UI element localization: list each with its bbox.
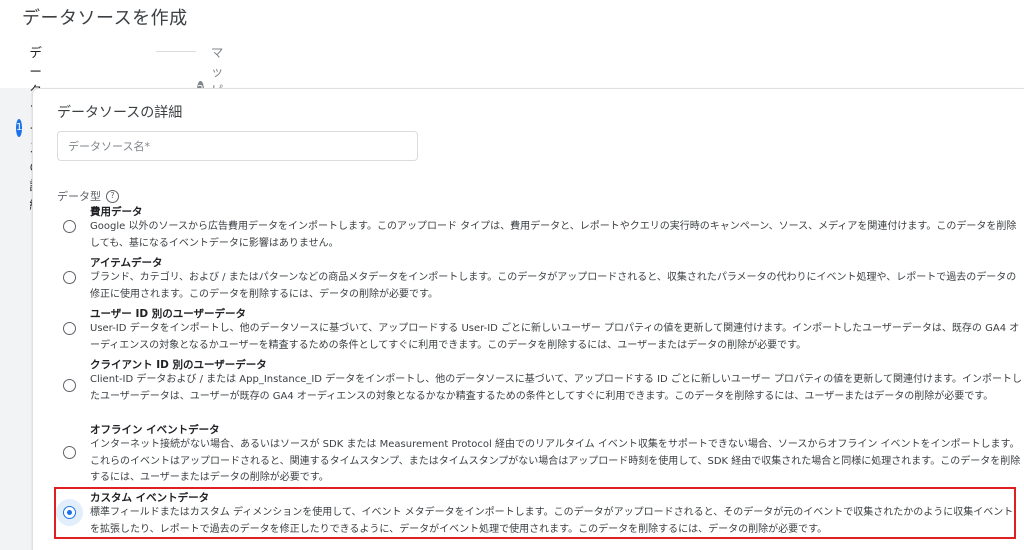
radio-button[interactable] bbox=[63, 379, 76, 392]
option-description: インターネット接続がない場合、あるいはソースが SDK または Measurem… bbox=[90, 439, 1021, 483]
help-icon[interactable]: ? bbox=[106, 189, 119, 203]
option-title: アイテムデータ bbox=[90, 257, 163, 269]
option-description: Client-ID データおよび / または App_Instance_ID デ… bbox=[90, 374, 1022, 402]
section-title: データソースの詳細 bbox=[57, 105, 183, 121]
top-bar: データソースを作成 1 データソースの詳細 2 マッピング bbox=[0, 0, 1024, 212]
option-description: Google 以外のソースから広告費用データをインポートします。このアップロード… bbox=[90, 221, 1017, 249]
radio-button-selected[interactable] bbox=[63, 506, 76, 519]
step-number-1: 1 bbox=[16, 118, 23, 137]
option-title: 費用データ bbox=[90, 206, 143, 218]
details-card: データソースの詳細 データ型 ? 費用データ Google 以外のソースから広告… bbox=[32, 88, 1024, 550]
radio-button[interactable] bbox=[63, 322, 76, 335]
data-source-name-input[interactable] bbox=[57, 131, 418, 161]
page-title: データソースを作成 bbox=[22, 8, 188, 29]
option-description: User-ID データをインポートし、他のデータソースに基づいて、アップロードす… bbox=[90, 323, 1020, 351]
option-description: 標準フィールドまたはカスタム ディメンションを使用して、イベント メタデータをイ… bbox=[90, 507, 1014, 535]
step-connector bbox=[156, 51, 196, 52]
radio-dot bbox=[66, 509, 72, 515]
radio-button[interactable] bbox=[63, 271, 76, 284]
radio-button[interactable] bbox=[63, 220, 76, 233]
option-title: ユーザー ID 別のユーザーデータ bbox=[90, 308, 247, 320]
option-title: クライアント ID 別のユーザーデータ bbox=[90, 359, 267, 371]
option-title: カスタム イベントデータ bbox=[90, 492, 210, 504]
option-title: オフライン イベントデータ bbox=[90, 424, 220, 436]
data-type-label: データ型 ? bbox=[57, 188, 119, 204]
data-type-text: データ型 bbox=[57, 190, 101, 203]
option-description: ブランド、カテゴリ、および / またはパターンなどの商品メタデータをインポートし… bbox=[90, 272, 1017, 300]
radio-button[interactable] bbox=[63, 446, 76, 459]
